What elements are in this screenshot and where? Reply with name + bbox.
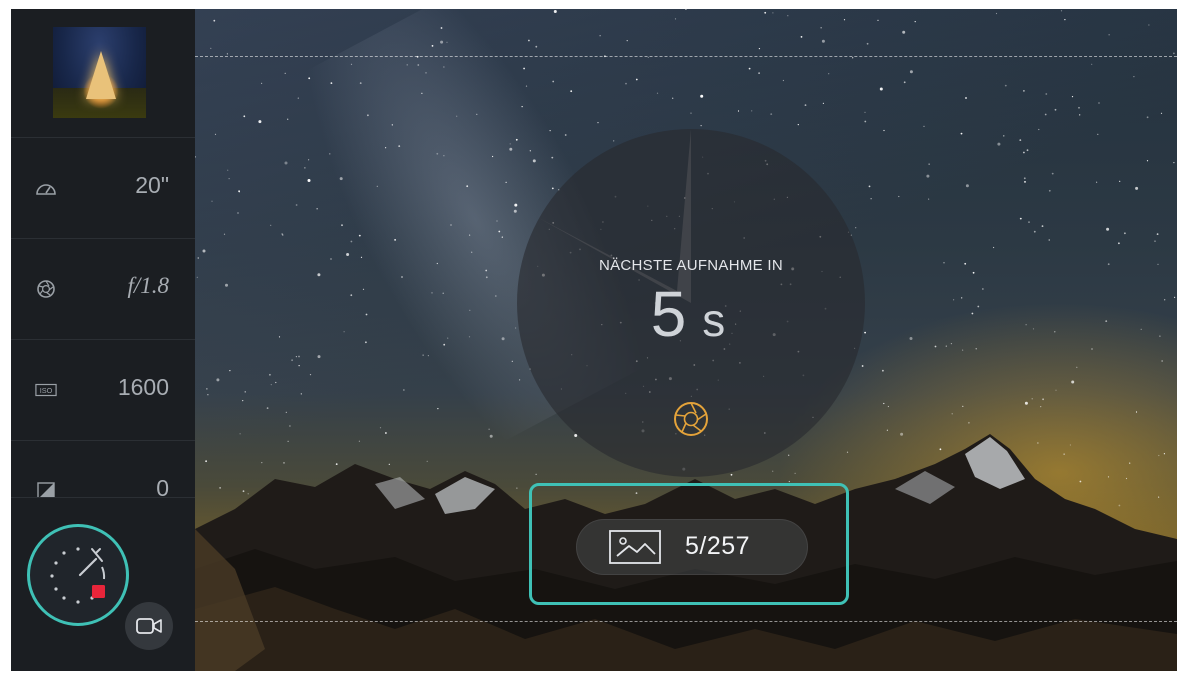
shutter-speed-row[interactable]: 20" [11, 138, 195, 239]
video-camera-icon [136, 618, 162, 634]
shutter-icon [673, 401, 709, 437]
photo-counter-highlight: 5/257 [529, 483, 849, 605]
framing-guide-bottom [195, 621, 1177, 622]
live-view: NÄCHSTE AUFNAHME IN 5s 5/257 [195, 9, 1177, 671]
countdown-label: NÄCHSTE AUFNAHME IN [598, 257, 784, 274]
iso-icon: ISO [35, 380, 57, 400]
capture-controls [11, 497, 195, 671]
timer-stop-icon [50, 547, 106, 604]
timelapse-stop-button[interactable] [27, 524, 129, 626]
aperture-row[interactable]: f/1.8 [11, 239, 195, 340]
image-icon [609, 530, 661, 564]
speedometer-icon [35, 178, 57, 198]
photo-counter[interactable]: 5/257 [576, 519, 808, 575]
countdown-number: 5 [650, 278, 693, 350]
photo-counter-text: 5/257 [685, 532, 751, 560]
video-mode-button[interactable] [125, 602, 173, 650]
app-frame: 20" f/1.8 ISO 1600 0 NÄCHSTE AUFNAHME IN… [11, 9, 1177, 671]
framing-guide-top [195, 56, 1177, 57]
aperture-icon [35, 279, 57, 299]
thumbnail-panel [11, 9, 195, 138]
sidebar: 20" f/1.8 ISO 1600 0 [11, 9, 195, 671]
aperture-value: f/1.8 [127, 273, 169, 298]
countdown-unit: s [702, 294, 732, 346]
svg-text:ISO: ISO [40, 386, 53, 395]
last-photo-thumbnail[interactable] [53, 27, 146, 118]
iso-value: 1600 [117, 374, 169, 400]
countdown-value: 5s [517, 277, 865, 351]
countdown-dial: NÄCHSTE AUFNAHME IN 5s [517, 129, 865, 477]
iso-row[interactable]: ISO 1600 [11, 340, 195, 441]
shutter-speed-value: 20" [135, 172, 169, 198]
